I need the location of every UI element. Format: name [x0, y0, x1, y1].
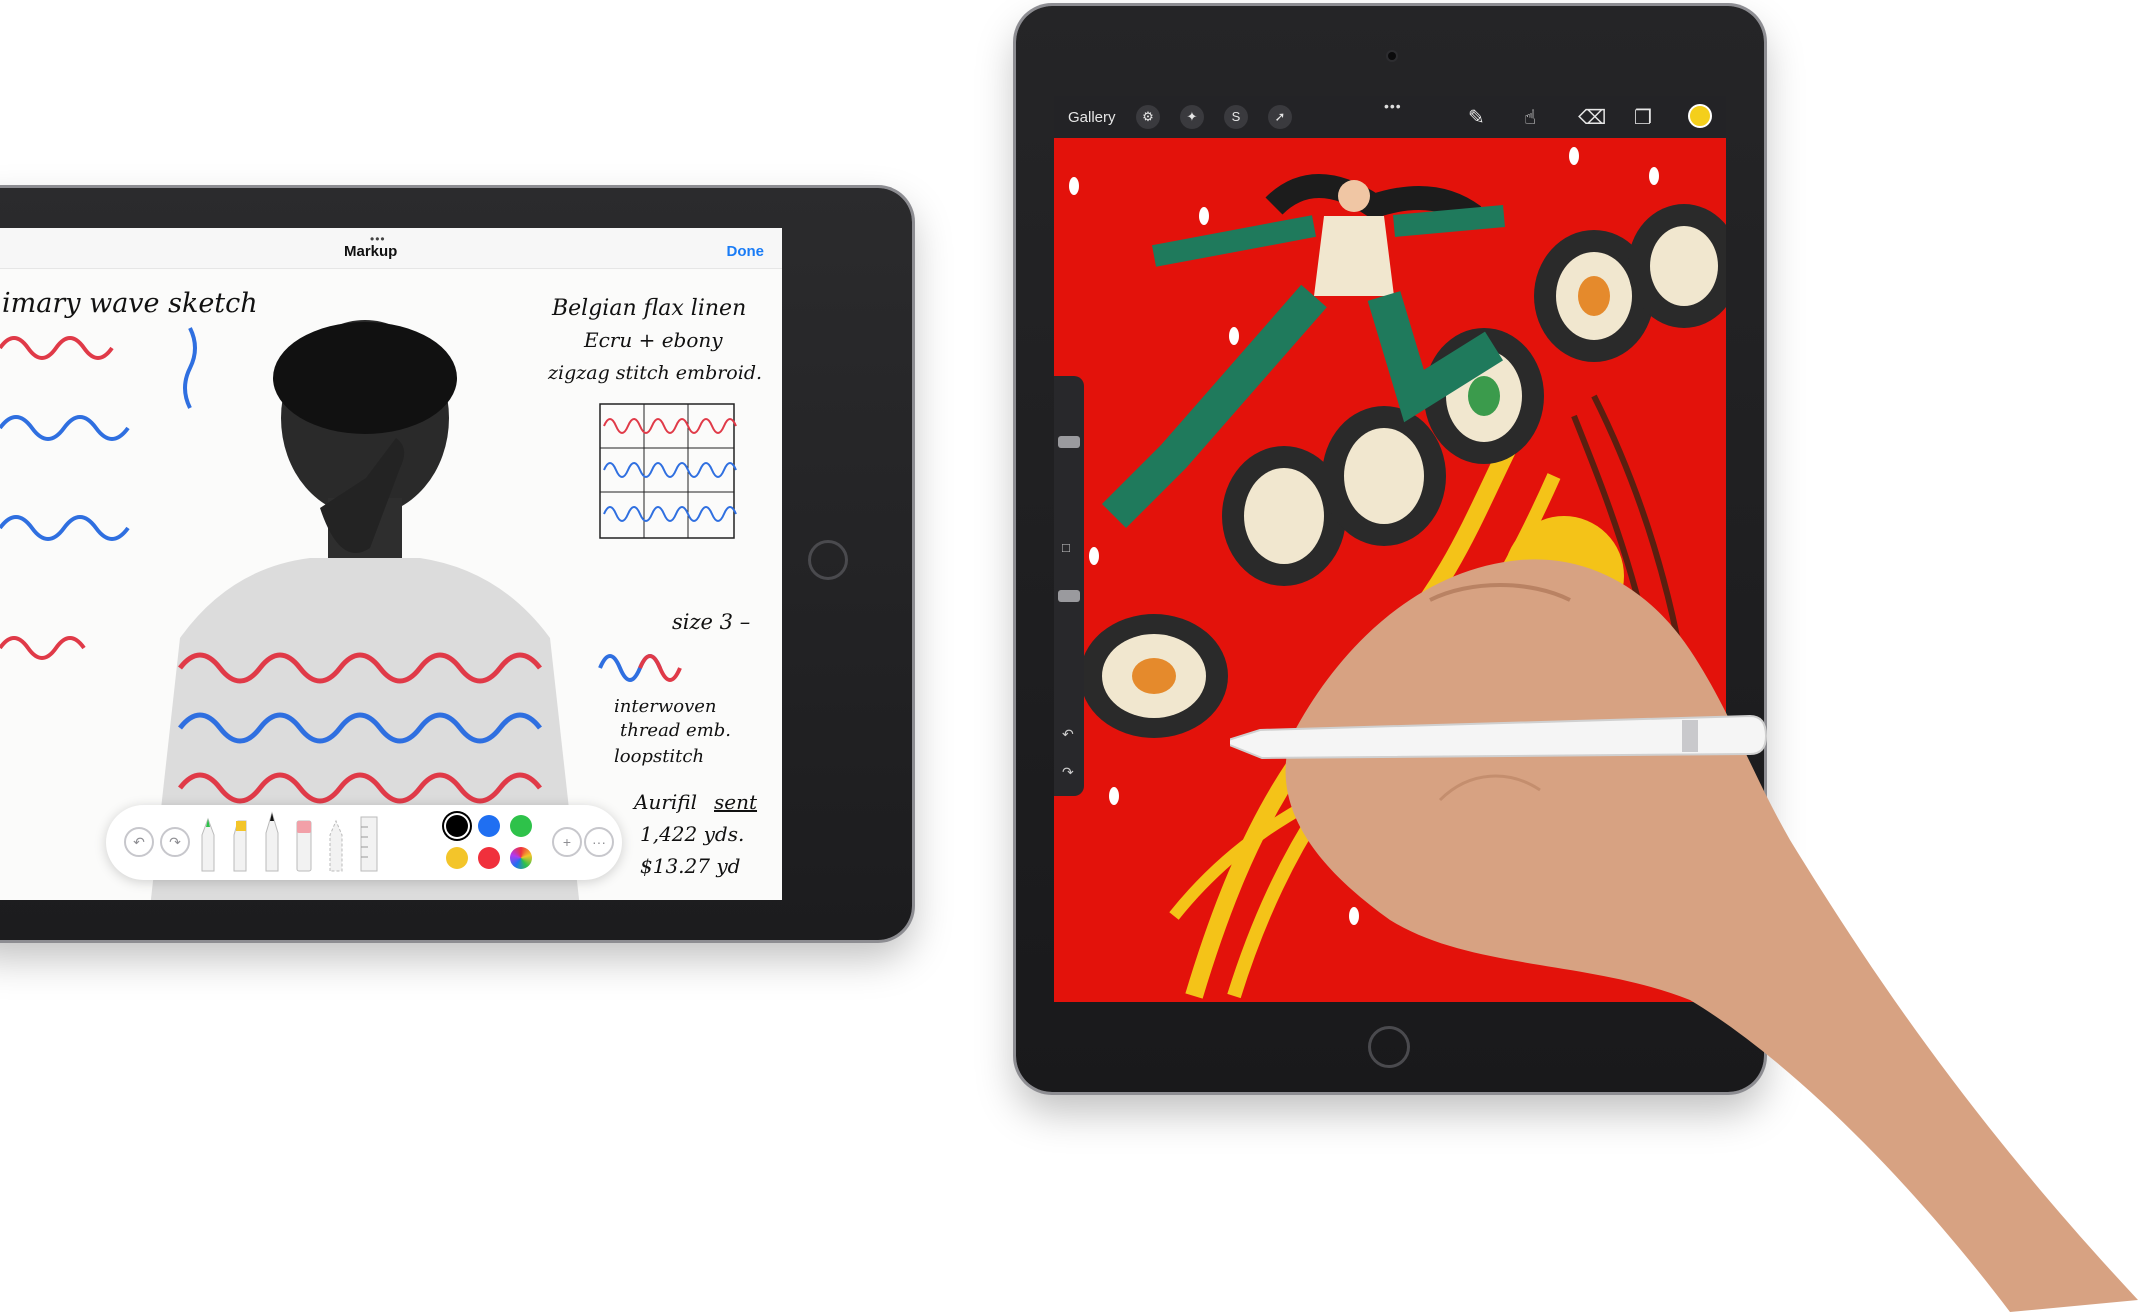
undo-icon[interactable]: ↶	[1062, 726, 1074, 743]
color-green[interactable]	[510, 815, 532, 837]
layers-icon[interactable]: ❐	[1634, 105, 1652, 130]
active-color-swatch[interactable]	[1688, 104, 1712, 128]
color-picker-icon[interactable]	[510, 847, 532, 869]
procreate-toolbar: Gallery ⚙ ✦ S ➚ ••• ✎ ☝ ⌫ ❐	[1054, 96, 1726, 138]
markup-screen: ••• Markup Done imary wave sketch Belgia…	[0, 228, 782, 900]
eraser-tool-icon[interactable]	[294, 813, 314, 873]
more-dots[interactable]: •••	[1384, 98, 1402, 114]
sushi-roll-1	[1080, 614, 1228, 738]
pen-tool-icon[interactable]	[198, 813, 218, 873]
eraser-icon[interactable]: ⌫	[1578, 105, 1606, 130]
magic-wand-icon[interactable]: ✦	[1180, 105, 1204, 129]
color-yellow[interactable]	[446, 847, 468, 869]
home-button[interactable]	[808, 540, 848, 580]
selection-icon[interactable]: S	[1224, 105, 1248, 129]
add-button[interactable]: +	[552, 827, 582, 857]
pencil-tool-icon[interactable]	[262, 809, 282, 873]
lasso-tool-icon[interactable]	[326, 813, 346, 873]
arrow-icon[interactable]: ➚	[1268, 105, 1292, 129]
ipad-landscape: ••• Markup Done imary wave sketch Belgia…	[0, 188, 912, 940]
size-slider-handle[interactable]	[1058, 436, 1080, 448]
front-camera	[1388, 52, 1396, 60]
smudge-icon[interactable]: ☝	[1524, 105, 1536, 130]
redo-icon[interactable]: ↷	[1062, 764, 1074, 781]
brush-size-slider[interactable]: □ ↶ ↷	[1054, 376, 1084, 796]
markup-toolbar: ↶ ↷ + ···	[106, 805, 622, 880]
wrench-icon[interactable]: ⚙	[1136, 105, 1160, 129]
gallery-button[interactable]: Gallery	[1068, 109, 1116, 126]
brush-icon[interactable]: ✎	[1468, 105, 1485, 130]
opacity-slider-handle[interactable]	[1058, 590, 1080, 602]
marker-tool-icon[interactable]	[230, 813, 250, 873]
redo-icon[interactable]: ↷	[160, 827, 190, 857]
color-blue[interactable]	[478, 815, 500, 837]
modify-button[interactable]: □	[1062, 540, 1070, 555]
ruler-tool-icon[interactable]	[358, 815, 380, 873]
undo-icon[interactable]: ↶	[124, 827, 154, 857]
more-button[interactable]: ···	[584, 827, 614, 857]
color-black[interactable]	[446, 815, 468, 837]
color-red[interactable]	[478, 847, 500, 869]
hand-holding-apple-pencil	[1230, 559, 2138, 1312]
